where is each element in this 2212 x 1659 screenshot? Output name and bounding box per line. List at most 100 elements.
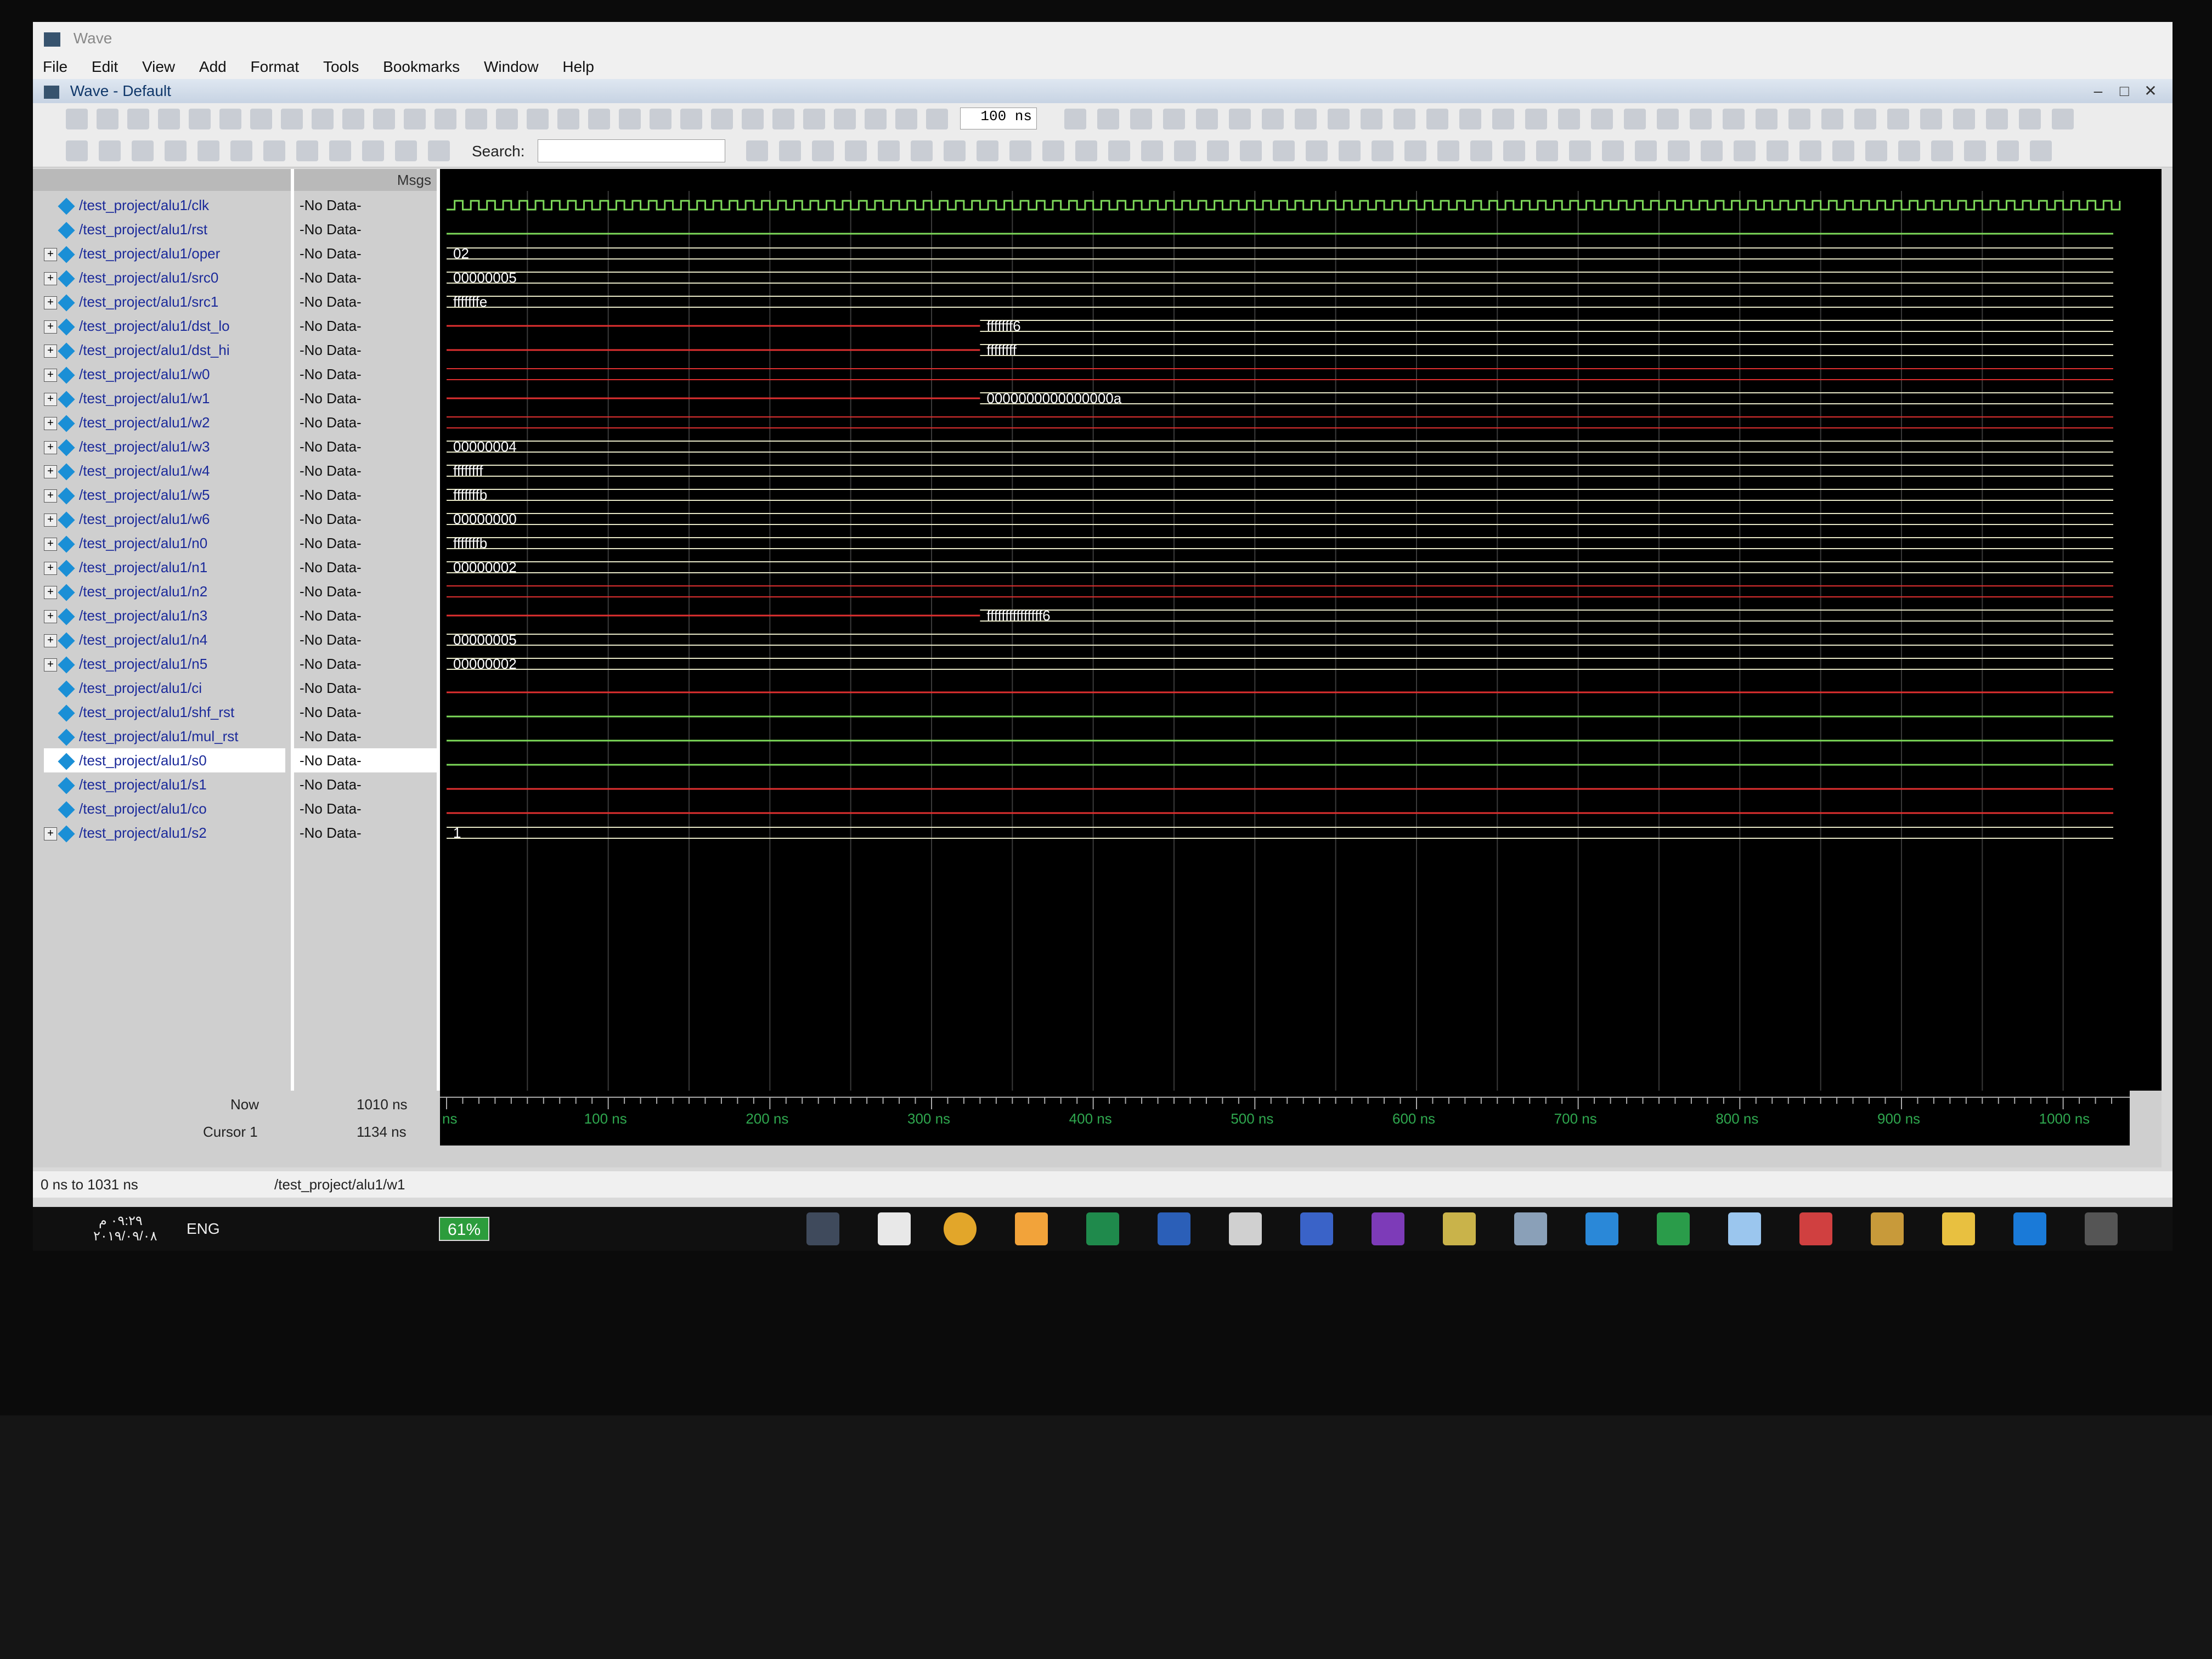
waveform-area[interactable]: 02 00000005 fffffffe fffffff6 ffffffff 000000… (440, 169, 2162, 1091)
mail-icon[interactable] (878, 1212, 911, 1245)
signal-row[interactable]: + /test_project/alu1/w0 (44, 362, 285, 386)
toolbar-button[interactable] (1295, 109, 1317, 129)
toolbar-button[interactable] (1799, 140, 1821, 161)
toolbar-button[interactable] (1306, 140, 1328, 161)
toolbar-button[interactable] (281, 109, 303, 129)
expand-icon[interactable]: + (44, 296, 57, 310)
toolbar-button[interactable] (329, 140, 351, 161)
tools-icon[interactable] (1443, 1212, 1476, 1245)
menu-add[interactable]: Add (189, 55, 236, 79)
toolbar-button[interactable] (1635, 140, 1657, 161)
expand-icon[interactable]: + (44, 514, 57, 527)
modelsim-icon[interactable] (1229, 1212, 1262, 1245)
toolbar-button[interactable] (127, 109, 149, 129)
toolbar-button[interactable] (1931, 140, 1953, 161)
signal-row[interactable]: + /test_project/alu1/w5 (44, 483, 285, 507)
cursor-value[interactable]: 1134 ns (357, 1124, 407, 1141)
toolbar-button[interactable] (680, 109, 702, 129)
toolbar-button[interactable] (1097, 109, 1119, 129)
signal-row[interactable]: + /test_project/alu1/w4 (44, 459, 285, 483)
atom-icon[interactable] (1514, 1212, 1547, 1245)
toolbar-button[interactable] (1701, 140, 1723, 161)
toolbar-button[interactable] (296, 140, 318, 161)
toolbar-button[interactable] (1130, 109, 1152, 129)
toolbar-button[interactable] (845, 140, 867, 161)
signal-row[interactable]: + /test_project/alu1/n2 (44, 579, 285, 603)
toolbar-button[interactable] (1668, 140, 1690, 161)
cube-icon[interactable] (1728, 1212, 1761, 1245)
toolbar-button[interactable] (1064, 109, 1086, 129)
toolbar-button[interactable] (66, 109, 88, 129)
toolbar-button[interactable] (1240, 140, 1262, 161)
chrome-icon[interactable] (944, 1212, 977, 1245)
signal-row[interactable]: /test_project/alu1/shf_rst (44, 700, 285, 724)
toolbar-button[interactable] (435, 109, 456, 129)
app-icon-orange[interactable] (1015, 1212, 1048, 1245)
expand-icon[interactable]: + (44, 417, 57, 431)
language-indicator[interactable]: ENG (187, 1207, 220, 1251)
toolbar-button[interactable] (1075, 140, 1097, 161)
maximize-icon[interactable]: □ (2113, 79, 2135, 103)
toolbar-button[interactable] (465, 109, 487, 129)
toolbar-button[interactable] (895, 109, 917, 129)
toolbar-button[interactable] (1196, 109, 1218, 129)
toolbar-button[interactable] (1986, 109, 2008, 129)
expand-icon[interactable]: + (44, 610, 57, 624)
toolbar-button[interactable] (803, 109, 825, 129)
menu-window[interactable]: Window (474, 55, 549, 79)
toolbar-button[interactable] (779, 140, 801, 161)
expand-icon[interactable]: + (44, 658, 57, 672)
toolbar-button[interactable] (428, 140, 450, 161)
signal-row[interactable]: /test_project/alu1/s1 (44, 772, 285, 797)
toolbar-button[interactable] (1569, 140, 1591, 161)
signal-row[interactable]: /test_project/alu1/co (44, 797, 285, 821)
edge-icon[interactable] (2013, 1212, 2046, 1245)
expand-icon[interactable]: + (44, 272, 57, 286)
expand-icon[interactable]: + (44, 393, 57, 407)
toolbar-button[interactable] (158, 109, 180, 129)
signal-row[interactable]: + /test_project/alu1/n5 (44, 652, 285, 676)
visual-studio-purple-icon[interactable] (1372, 1212, 1404, 1245)
signal-row[interactable]: /test_project/alu1/rst (44, 217, 285, 241)
toolbar-button[interactable] (1920, 109, 1942, 129)
toolbar-button[interactable] (1591, 109, 1613, 129)
modelsim-taskbar-icon[interactable] (806, 1212, 839, 1245)
toolbar-button[interactable] (1163, 109, 1185, 129)
toolbar-button[interactable] (878, 140, 900, 161)
signal-row[interactable]: + /test_project/alu1/src0 (44, 266, 285, 290)
expand-icon[interactable]: + (44, 441, 57, 455)
toolbar-button[interactable] (1207, 140, 1229, 161)
toolbar-button[interactable] (97, 109, 119, 129)
toolbar-button[interactable] (1459, 109, 1481, 129)
signal-row[interactable]: + /test_project/alu1/oper (44, 241, 285, 266)
expand-icon[interactable]: + (44, 827, 57, 841)
toolbar-button[interactable] (650, 109, 672, 129)
install-icon[interactable] (1657, 1212, 1690, 1245)
file-explorer-icon[interactable] (1942, 1212, 1975, 1245)
toolbar-button[interactable] (977, 140, 998, 161)
menu-bookmarks[interactable]: Bookmarks (373, 55, 470, 79)
expand-icon[interactable]: + (44, 465, 57, 479)
toolbar-button[interactable] (312, 109, 334, 129)
signal-row[interactable]: + /test_project/alu1/n3 (44, 603, 285, 628)
expand-icon[interactable]: + (44, 586, 57, 600)
toolbar-button[interactable] (1009, 140, 1031, 161)
toolbar-button[interactable] (189, 109, 211, 129)
signal-row[interactable]: /test_project/alu1/mul_rst (44, 724, 285, 748)
toolbar-button[interactable] (834, 109, 856, 129)
menu-tools[interactable]: Tools (313, 55, 369, 79)
toolbar-button[interactable] (342, 109, 364, 129)
signal-row[interactable]: /test_project/alu1/s0 (44, 748, 285, 772)
toolbar-button[interactable] (1964, 140, 1986, 161)
toolbar-button[interactable] (1339, 140, 1361, 161)
signal-row[interactable]: + /test_project/alu1/dst_hi (44, 338, 285, 362)
menu-file[interactable]: File (33, 55, 77, 79)
menu-edit[interactable]: Edit (82, 55, 128, 79)
toolbar-button[interactable] (66, 140, 88, 161)
signal-row[interactable]: + /test_project/alu1/w2 (44, 410, 285, 435)
toolbar-button[interactable] (263, 140, 285, 161)
battery-indicator[interactable]: 61% (439, 1217, 490, 1241)
toolbar-button[interactable] (1832, 140, 1854, 161)
toolbar-button[interactable] (1426, 109, 1448, 129)
toolbar-button[interactable] (772, 109, 794, 129)
